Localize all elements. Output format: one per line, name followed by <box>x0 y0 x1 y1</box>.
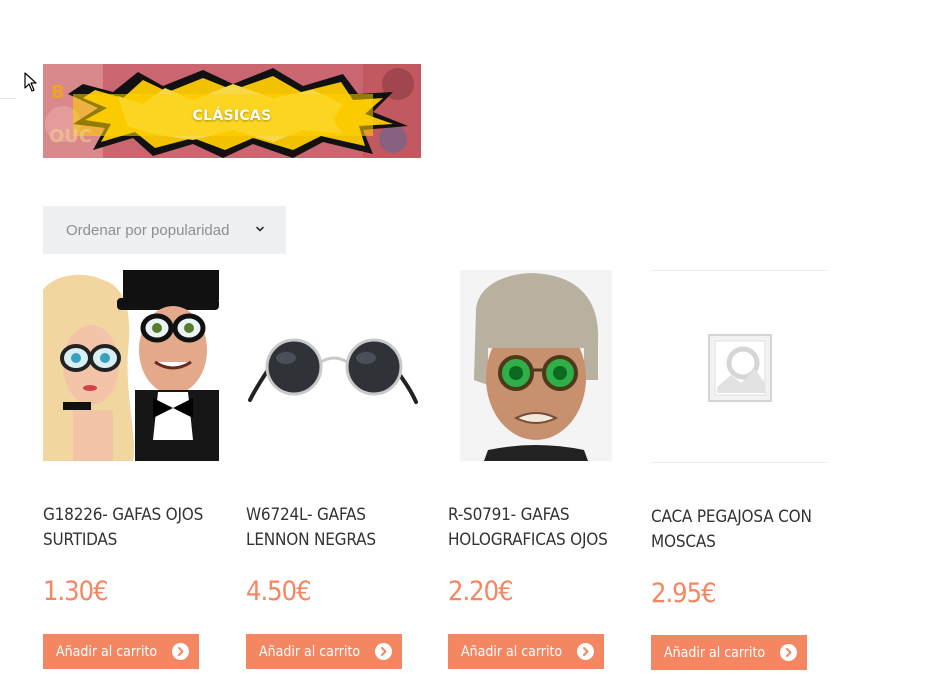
arrow-right-icon <box>780 644 797 661</box>
party-glasses-photo <box>43 270 219 461</box>
product-title[interactable]: G18226- GAFAS OJOS SURTIDAS <box>43 503 219 553</box>
shop-page: B OUC CLÁSICAS Ordenar por popularidad G… <box>0 0 950 695</box>
product-title[interactable]: R-S0791- GAFAS HOLOGRAFICAS OJOS <box>448 503 624 553</box>
category-title[interactable]: CLÁSICAS <box>43 108 421 124</box>
svg-text:OUC: OUC <box>49 126 92 147</box>
divider <box>0 98 16 99</box>
image-placeholder-icon <box>708 334 772 402</box>
add-to-cart-button[interactable]: Añadir al carrito <box>651 635 807 670</box>
add-to-cart-button[interactable]: Añadir al carrito <box>43 634 199 669</box>
arrow-right-icon <box>172 643 189 660</box>
arrow-right-icon <box>577 643 594 660</box>
product-title-line: W6724L- GAFAS <box>246 505 366 525</box>
product-title[interactable]: W6724L- GAFAS LENNON NEGRAS <box>246 503 422 553</box>
sort-select[interactable]: Ordenar por popularidad <box>43 206 286 254</box>
product-image[interactable] <box>43 270 219 461</box>
product-title-line: LENNON NEGRAS <box>246 530 376 550</box>
product-price: 4.50€ <box>246 576 312 607</box>
add-to-cart-button[interactable]: Añadir al carrito <box>448 634 604 669</box>
svg-text:B: B <box>51 82 65 103</box>
add-to-cart-button[interactable]: Añadir al carrito <box>246 634 402 669</box>
category-banner[interactable]: B OUC CLÁSICAS <box>43 64 421 158</box>
arrow-right-icon <box>375 643 392 660</box>
product-title[interactable]: CACA PEGAJOSA CON MOSCAS <box>651 505 827 555</box>
add-to-cart-label: Añadir al carrito <box>664 644 766 661</box>
product-image[interactable] <box>246 270 422 461</box>
product-price: 1.30€ <box>43 576 109 607</box>
mouse-cursor-icon <box>24 72 37 92</box>
product-title-line: MOSCAS <box>651 532 716 552</box>
chevron-down-icon <box>256 226 264 232</box>
product-title-line: R-S0791- GAFAS <box>448 505 570 525</box>
product-title-line: HOLOGRAFICAS OJOS <box>448 530 608 550</box>
add-to-cart-label: Añadir al carrito <box>56 643 158 660</box>
product-image[interactable] <box>448 270 624 461</box>
product-price: 2.95€ <box>651 578 717 609</box>
sort-select-value: Ordenar por popularidad <box>66 221 230 239</box>
product-title-line: SURTIDAS <box>43 530 118 550</box>
hologram-glasses-photo <box>448 270 624 461</box>
add-to-cart-label: Añadir al carrito <box>259 643 361 660</box>
add-to-cart-label: Añadir al carrito <box>461 643 563 660</box>
round-sunglasses-photo <box>246 270 422 461</box>
product-image[interactable] <box>651 270 827 463</box>
product-price: 2.20€ <box>448 576 514 607</box>
product-title-line: G18226- GAFAS OJOS <box>43 505 204 525</box>
product-title-line: CACA PEGAJOSA CON <box>651 507 812 527</box>
